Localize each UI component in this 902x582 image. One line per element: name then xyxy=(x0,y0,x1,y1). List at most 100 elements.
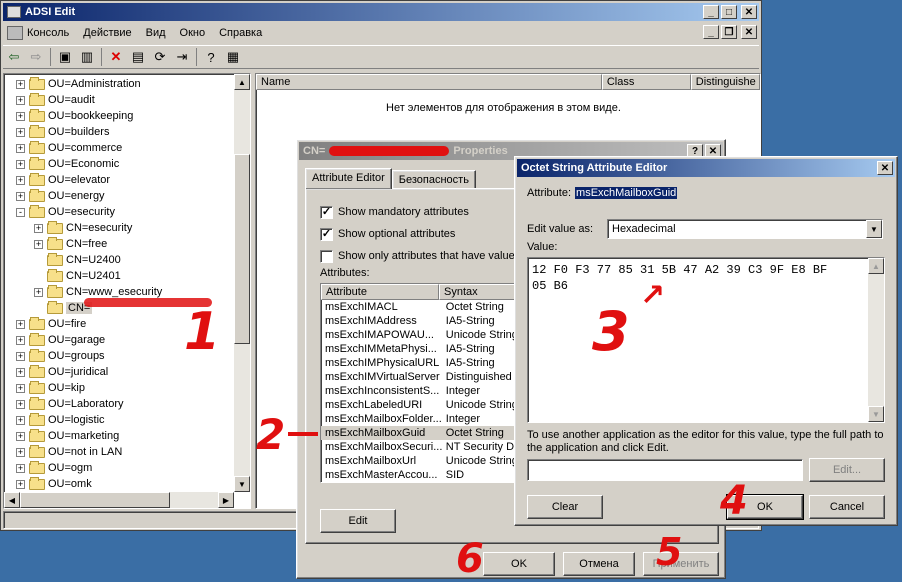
attribute-row[interactable]: msExchInconsistentS... Integer xyxy=(321,384,519,398)
expand-icon[interactable]: + xyxy=(16,335,25,345)
scroll-left-icon[interactable]: ◀ xyxy=(4,492,20,508)
expand-icon[interactable]: + xyxy=(16,399,25,409)
mdi-close-button[interactable]: ✕ xyxy=(741,25,757,39)
tree-item[interactable]: + OU=logistic xyxy=(12,412,162,428)
expand-icon[interactable]: + xyxy=(16,175,25,185)
tree-item[interactable]: + OU=Administration xyxy=(12,76,162,92)
column-header-syntax[interactable]: Syntax xyxy=(439,284,519,300)
main-title-bar[interactable]: ADSI Edit _ □ ✕ xyxy=(3,3,759,21)
tree-item[interactable]: + CN=esecurity xyxy=(12,220,162,236)
tree-item[interactable]: + OU=builders xyxy=(12,124,162,140)
expand-icon[interactable]: + xyxy=(16,111,25,121)
expand-icon[interactable]: + xyxy=(16,159,25,169)
tree-item[interactable]: + OU=Laboratory xyxy=(12,396,162,412)
expand-icon[interactable]: + xyxy=(16,319,25,329)
value-vscrollbar[interactable]: ▲ ▼ xyxy=(868,258,884,422)
tree-item[interactable]: + OU=not in LAN xyxy=(12,444,162,460)
expand-icon[interactable]: + xyxy=(16,143,25,153)
checkbox[interactable]: ✓ xyxy=(320,205,333,219)
value-scroll-down-icon[interactable]: ▼ xyxy=(868,406,884,422)
scroll-thumb[interactable] xyxy=(234,154,250,344)
tree-item[interactable]: + CN=free xyxy=(12,236,162,252)
attribute-row[interactable]: msExchIMVirtualServer Distinguished xyxy=(321,370,519,384)
tree-item[interactable]: + OU=elevator xyxy=(12,172,162,188)
expand-icon[interactable]: + xyxy=(16,191,25,201)
tree-item[interactable]: + OU=omk xyxy=(12,476,162,492)
expand-icon[interactable]: + xyxy=(34,223,43,233)
attribute-row[interactable]: msExchMasterAccou... SID xyxy=(321,468,519,482)
value-scroll-up-icon[interactable]: ▲ xyxy=(868,258,884,274)
expand-icon[interactable]: + xyxy=(16,127,25,137)
clear-button[interactable]: Clear xyxy=(527,495,603,519)
export-list-icon[interactable]: ⇥ xyxy=(171,47,193,67)
chevron-down-icon[interactable]: ▼ xyxy=(866,220,882,238)
expand-icon[interactable]: + xyxy=(34,287,43,297)
tree-hscrollbar[interactable]: ◀ ▶ xyxy=(4,492,234,508)
tree-item[interactable]: + OU=kip xyxy=(12,380,162,396)
tab-attribute-editor[interactable]: Attribute Editor xyxy=(305,168,392,189)
minimize-button[interactable]: _ xyxy=(703,5,719,19)
tree-item[interactable]: CN=U2400 xyxy=(12,252,162,268)
forward-arrow-icon[interactable]: ⇨ xyxy=(25,47,47,67)
tree-item[interactable]: - OU=esecurity xyxy=(12,204,162,220)
mdi-restore-button[interactable]: ❐ xyxy=(721,25,737,39)
expand-icon[interactable]: + xyxy=(16,95,25,105)
checkbox-row[interactable]: Show only attributes that have values xyxy=(320,245,520,267)
attribute-row[interactable]: msExchIMAddress IA5-String xyxy=(321,314,519,328)
refresh-icon[interactable]: ⟳ xyxy=(149,47,171,67)
attribute-row[interactable]: msExchIMAPOWAU... Unicode String xyxy=(321,328,519,342)
octet-title-bar[interactable]: Octet String Attribute Editor ✕ xyxy=(517,159,895,177)
tree-item[interactable]: + OU=Economic xyxy=(12,156,162,172)
cancel-button[interactable]: Отмена xyxy=(563,552,635,576)
tree-item[interactable]: + OU=juridical xyxy=(12,364,162,380)
edit-app-button[interactable]: Edit... xyxy=(809,458,885,482)
attribute-row[interactable]: msExchIMMetaPhysi... IA5-String xyxy=(321,342,519,356)
expand-icon[interactable]: + xyxy=(34,239,43,249)
checkbox-row[interactable]: ✓ Show optional attributes xyxy=(320,223,520,245)
attribute-row[interactable]: msExchLabeledURI Unicode String xyxy=(321,398,519,412)
ok-button[interactable]: OK xyxy=(483,552,555,576)
octet-cancel-button[interactable]: Cancel xyxy=(809,495,885,519)
menu-item-view[interactable]: Вид xyxy=(146,27,166,39)
checkbox[interactable]: ✓ xyxy=(320,227,333,241)
tree-item[interactable]: + OU=groups xyxy=(12,348,162,364)
up-folder-icon[interactable]: ▣ xyxy=(54,47,76,67)
menu-item-window[interactable]: Окно xyxy=(180,27,206,39)
tree-item[interactable]: + OU=ogm xyxy=(12,460,162,476)
expand-icon[interactable]: + xyxy=(16,351,25,361)
tree-item[interactable]: + OU=fire xyxy=(12,316,162,332)
console-tree-icon[interactable]: ▦ xyxy=(222,47,244,67)
attribute-row[interactable]: msExchIMACL Octet String xyxy=(321,300,519,314)
show-tree-icon[interactable]: ▥ xyxy=(76,47,98,67)
expand-icon[interactable]: + xyxy=(16,415,25,425)
maximize-button[interactable]: □ xyxy=(721,5,737,19)
value-textarea[interactable]: 12 F0 F3 77 85 31 5B 47 A2 39 C3 9F E8 B… xyxy=(527,257,885,423)
scroll-up-icon[interactable]: ▲ xyxy=(234,74,250,90)
expand-icon[interactable]: + xyxy=(16,79,25,89)
scroll-right-icon[interactable]: ▶ xyxy=(218,492,234,508)
expand-icon[interactable]: + xyxy=(16,431,25,441)
expand-icon[interactable]: + xyxy=(16,383,25,393)
expand-icon[interactable]: + xyxy=(16,367,25,377)
delete-icon[interactable]: ✕ xyxy=(105,47,127,67)
attribute-row[interactable]: msExchMailboxFolder... Integer xyxy=(321,412,519,426)
mdi-minimize-button[interactable]: _ xyxy=(703,25,719,39)
tree-item[interactable]: + OU=audit xyxy=(12,92,162,108)
menu-item-console[interactable]: Консоль xyxy=(27,27,69,39)
expand-icon[interactable]: + xyxy=(16,463,25,473)
attribute-row[interactable]: msExchMailboxGuid Octet String xyxy=(321,426,519,440)
expand-icon[interactable]: + xyxy=(16,479,25,489)
help-icon[interactable]: ? xyxy=(200,47,222,67)
menu-item-action[interactable]: Действие xyxy=(83,27,131,39)
tree-vscrollbar[interactable]: ▲ ▼ xyxy=(234,74,250,492)
column-header-dn[interactable]: Distinguishe xyxy=(690,74,760,90)
column-header-class[interactable]: Class xyxy=(601,74,691,90)
tree-item[interactable]: + OU=energy xyxy=(12,188,162,204)
attribute-row[interactable]: msExchMailboxUrl Unicode String xyxy=(321,454,519,468)
scroll-down-icon[interactable]: ▼ xyxy=(234,476,250,492)
tree-item[interactable]: + OU=bookkeeping xyxy=(12,108,162,124)
back-arrow-icon[interactable]: ⇦ xyxy=(3,47,25,67)
collapse-icon[interactable]: - xyxy=(16,207,25,217)
column-header-attribute[interactable]: Attribute xyxy=(321,284,439,300)
properties-icon[interactable]: ▤ xyxy=(127,47,149,67)
